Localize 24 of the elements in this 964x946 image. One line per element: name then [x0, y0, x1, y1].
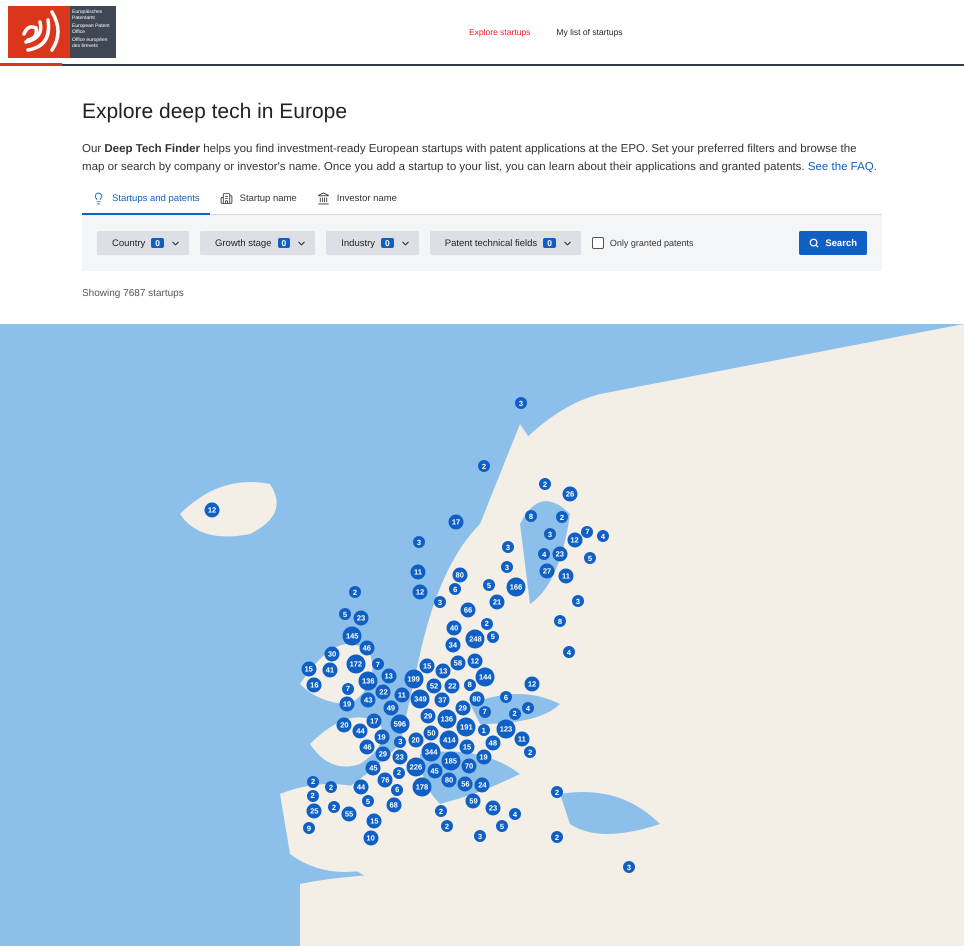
intro-text: Our Deep Tech Finder helps you find investment-ready European startups with patent applications at the EPO. Set your preferred filters and browse the map or search by company or investor's name. Once you add a startup to your list, you can learn about their applications and granted patents. See the FAQ.: [82, 142, 878, 175]
filter-dropdown[interactable]: Growth stage 0: [200, 231, 316, 255]
search-icon: [809, 238, 820, 248]
building-icon: [220, 192, 233, 205]
lightbulb-icon: [92, 192, 105, 205]
faq-link[interactable]: See the FAQ.: [808, 161, 877, 173]
filter-dropdown[interactable]: Industry 0: [326, 231, 419, 255]
filter-count: 0: [278, 238, 290, 248]
nav-link[interactable]: Explore startups: [469, 27, 530, 37]
checkbox-label: Only granted patents: [610, 238, 694, 248]
filter-dropdown[interactable]: Patent technical fields 0: [430, 231, 581, 255]
search-tab[interactable]: Startup name: [210, 186, 307, 215]
nav-link[interactable]: My list of startups: [556, 27, 623, 37]
page-title: Explore deep tech in Europe: [82, 100, 348, 124]
logo-mark-icon: [8, 6, 70, 58]
bank-icon: [316, 192, 330, 205]
result-count: Showing 7687 startups: [82, 288, 185, 299]
filter-count: 0: [381, 238, 394, 248]
filter-count: 0: [543, 238, 556, 248]
search-tab[interactable]: Investor name: [306, 186, 407, 215]
filter-dropdown[interactable]: Country 0: [97, 231, 189, 255]
search-button[interactable]: Search: [799, 231, 867, 255]
filter-count: 0: [151, 238, 164, 248]
checkbox[interactable]: [592, 237, 604, 249]
